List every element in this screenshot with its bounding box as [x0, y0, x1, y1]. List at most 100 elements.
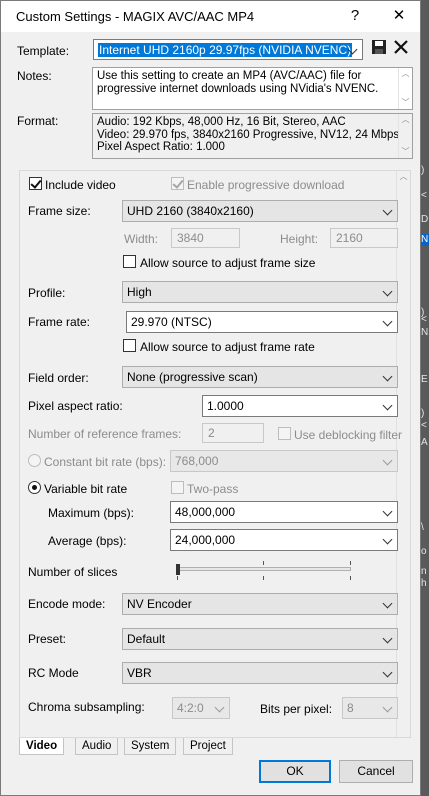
- variable-bitrate-label: Variable bit rate: [44, 482, 128, 496]
- slider-tick: [263, 576, 264, 580]
- background-glyph: o: [421, 546, 427, 556]
- format-textbox: Audio: 192 Kbps, 48,000 Hz, 16 Bit, Ster…: [92, 113, 413, 159]
- tab-video[interactable]: Video: [19, 738, 65, 755]
- variable-bitrate-radio[interactable]: [28, 481, 41, 494]
- height-input[interactable]: 2160: [330, 228, 398, 248]
- chevron-down-icon: [382, 316, 393, 327]
- frame-rate-value: 29.970 (NTSC): [131, 315, 212, 329]
- reference-frames-label: Number of reference frames:: [28, 427, 182, 441]
- checkmark-icon: [30, 177, 42, 189]
- template-label: Template:: [17, 44, 70, 58]
- scroll-up-icon: ︿: [399, 172, 408, 181]
- deblocking-checkbox[interactable]: [278, 427, 291, 440]
- frame-size-select[interactable]: UHD 2160 (3840x2160): [122, 200, 398, 222]
- preset-select[interactable]: Default: [122, 628, 398, 650]
- preset-value: Default: [127, 632, 166, 646]
- preset-label: Preset:: [28, 632, 67, 646]
- two-pass-checkbox[interactable]: [171, 481, 184, 494]
- save-template-button[interactable]: [370, 37, 388, 57]
- chevron-down-icon: [382, 506, 393, 517]
- background-glyph: <: [421, 420, 427, 430]
- close-button[interactable]: ✕: [385, 4, 413, 28]
- maximum-bps-combo[interactable]: 48,000,000: [170, 501, 398, 523]
- profile-select[interactable]: High: [122, 281, 398, 303]
- slices-label: Number of slices: [28, 565, 118, 579]
- chevron-down-icon: [214, 702, 225, 713]
- field-order-value: None (progressive scan): [127, 370, 258, 384]
- frame-rate-label: Frame rate:: [28, 315, 91, 329]
- frame-size-label: Frame size:: [28, 204, 91, 218]
- average-bps-label: Average (bps):: [48, 534, 127, 548]
- format-line: Pixel Aspect Ratio: 1.000: [97, 141, 225, 153]
- background-glyph: h: [421, 578, 427, 588]
- average-bps-combo[interactable]: 24,000,000: [170, 529, 398, 551]
- tab-system[interactable]: System: [124, 738, 177, 755]
- background-glyph: ): [421, 165, 425, 175]
- format-scrollbar[interactable]: ︿ ﹀: [398, 114, 412, 158]
- profile-label: Profile:: [28, 286, 66, 300]
- scroll-down-icon: ﹀: [401, 97, 410, 107]
- panel-scrollbar[interactable]: ︿: [396, 171, 410, 737]
- pixel-aspect-ratio-combo[interactable]: 1.0000: [202, 395, 398, 417]
- height-label: Height:: [280, 232, 319, 246]
- two-pass-label: Two-pass: [187, 482, 239, 496]
- delete-template-button[interactable]: [393, 38, 411, 56]
- slider-tick: [263, 561, 264, 565]
- template-value: Internet UHD 2160p 29.97fps (NVIDIA NVEN…: [98, 43, 353, 57]
- field-order-label: Field order:: [28, 371, 89, 385]
- bits-per-pixel-select[interactable]: 8: [342, 697, 398, 719]
- frame-size-value: UHD 2160 (3840x2160): [127, 204, 254, 218]
- chroma-subsampling-value: 4:2:0: [177, 701, 204, 715]
- slider-tick: [350, 561, 351, 565]
- allow-frame-rate-checkbox[interactable]: [123, 339, 136, 352]
- chevron-down-icon: [382, 598, 393, 609]
- encode-mode-select[interactable]: NV Encoder: [122, 593, 398, 615]
- notes-textbox[interactable]: Use this setting to create an MP4 (AVC/A…: [92, 67, 413, 110]
- width-input[interactable]: 3840: [171, 228, 240, 248]
- save-disk-icon: [372, 40, 386, 54]
- allow-frame-size-checkbox[interactable]: [123, 255, 136, 268]
- rc-mode-select[interactable]: VBR: [122, 662, 398, 684]
- field-order-select[interactable]: None (progressive scan): [122, 366, 398, 388]
- slices-slider-thumb[interactable]: [176, 564, 180, 575]
- background-glyph: E: [421, 374, 428, 384]
- rc-mode-label: RC Mode: [28, 666, 79, 680]
- encode-mode-label: Encode mode:: [28, 597, 106, 611]
- window-title: Custom Settings - MAGIX AVC/AAC MP4: [16, 9, 255, 24]
- chevron-down-icon: [382, 534, 393, 545]
- bits-per-pixel-value: 8: [347, 701, 354, 715]
- delete-x-icon: [394, 40, 408, 54]
- chevron-down-icon: [382, 667, 393, 678]
- tab-project[interactable]: Project: [183, 738, 233, 755]
- chevron-down-icon: [382, 205, 393, 216]
- deblocking-label: Use deblocking filter: [294, 428, 403, 442]
- background-glyph: <: [421, 190, 427, 200]
- slices-slider-track[interactable]: [176, 567, 351, 571]
- allow-frame-rate-label: Allow source to adjust frame rate: [140, 340, 315, 354]
- constant-bitrate-radio[interactable]: [28, 454, 41, 467]
- profile-value: High: [127, 285, 152, 299]
- help-button[interactable]: ?: [341, 4, 369, 28]
- chroma-subsampling-select[interactable]: 4:2:0: [172, 697, 230, 719]
- checkmark-icon: [172, 177, 184, 189]
- background-glyph: <: [421, 314, 427, 324]
- constant-bitrate-combo[interactable]: 768,000: [170, 450, 398, 472]
- frame-rate-combo[interactable]: 29.970 (NTSC): [126, 311, 398, 333]
- notes-scrollbar[interactable]: ︿ ﹀: [398, 68, 412, 109]
- template-combo[interactable]: Internet UHD 2160p 29.97fps (NVIDIA NVEN…: [93, 39, 363, 60]
- scroll-up-icon: ︿: [401, 115, 410, 124]
- bits-per-pixel-label: Bits per pixel:: [260, 702, 333, 716]
- background-glyph: ): [421, 408, 425, 418]
- include-video-label: Include video: [45, 178, 116, 192]
- cancel-button[interactable]: Cancel: [339, 760, 413, 783]
- encode-mode-value: NV Encoder: [127, 597, 192, 611]
- ok-button[interactable]: OK: [259, 760, 331, 783]
- include-video-checkbox[interactable]: [29, 177, 42, 190]
- background-glyph: N: [421, 327, 429, 337]
- background-glyph: D: [421, 214, 429, 224]
- progressive-download-checkbox[interactable]: [171, 177, 184, 190]
- scroll-down-icon: ﹀: [401, 146, 410, 156]
- title-bar: Custom Settings - MAGIX AVC/AAC MP4 ? ✕: [1, 1, 420, 32]
- reference-frames-input[interactable]: 2: [202, 423, 264, 443]
- tab-audio[interactable]: Audio: [75, 738, 119, 755]
